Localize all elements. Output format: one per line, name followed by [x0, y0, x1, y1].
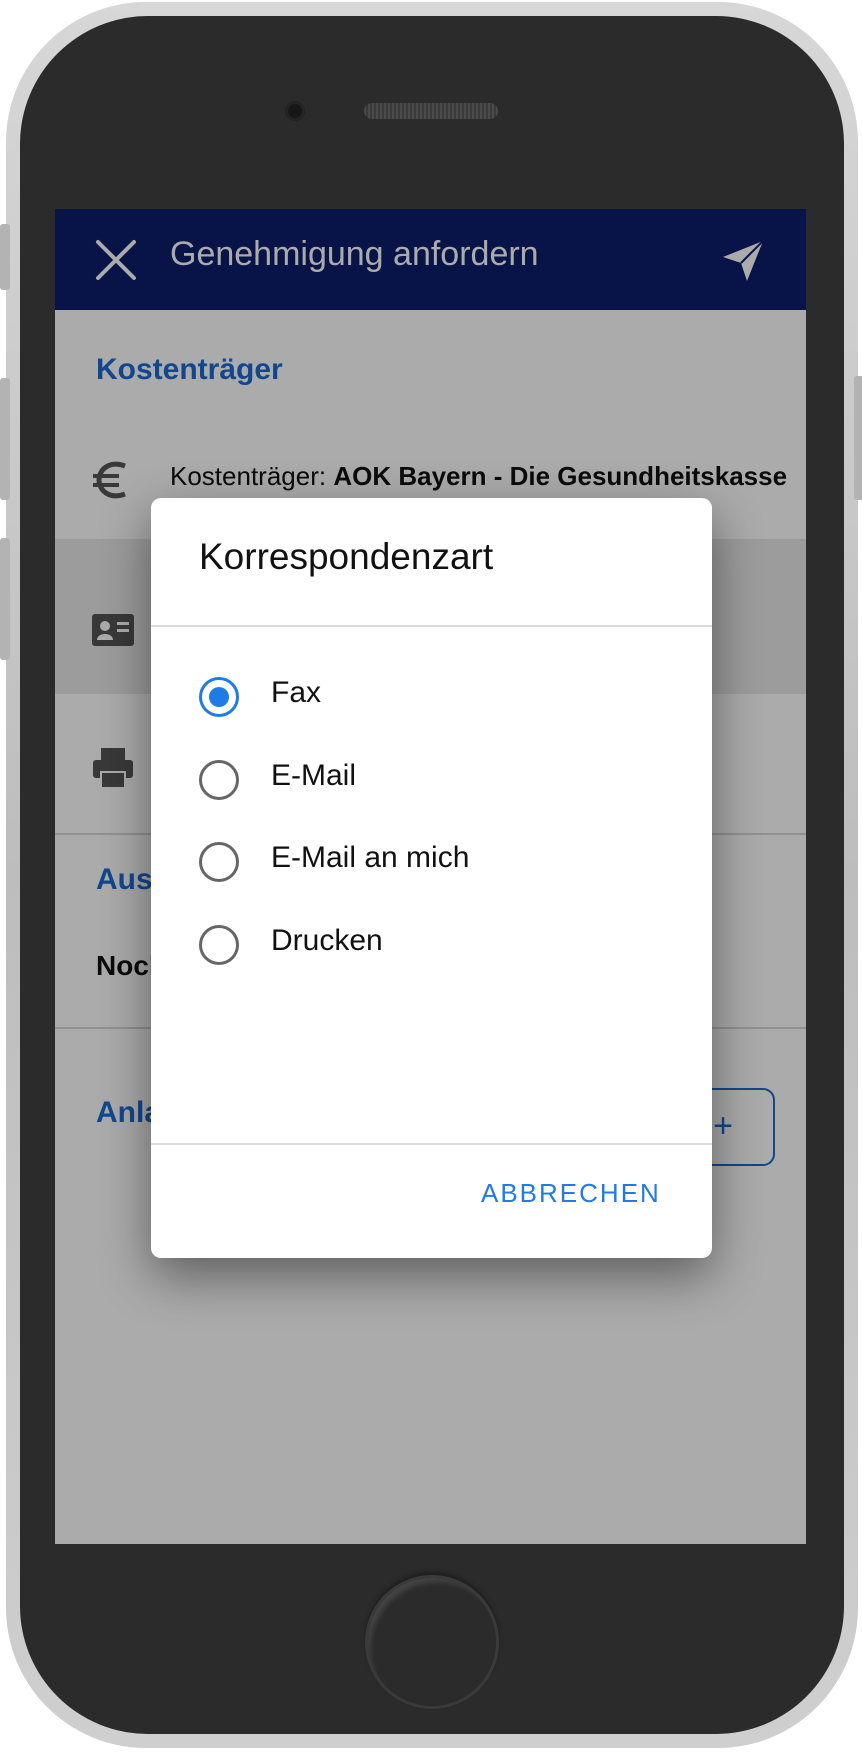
dialog-title: Korrespondenzart: [199, 536, 494, 577]
side-button-power: [854, 376, 862, 500]
side-button-volume-up: [0, 378, 10, 500]
radio-email[interactable]: [199, 760, 239, 800]
option-label: E-Mail: [271, 759, 357, 792]
option-label: Fax: [271, 676, 322, 709]
option-fax[interactable]: Fax: [151, 658, 712, 738]
front-camera: [285, 101, 305, 121]
option-email[interactable]: E-Mail: [151, 741, 712, 821]
option-label: Drucken: [271, 924, 383, 957]
side-button-silent: [0, 224, 10, 290]
cancel-button[interactable]: ABBRECHEN: [481, 1178, 661, 1209]
app-screen: Genehmigung anfordern Kostenträger Koste…: [55, 209, 806, 1544]
earpiece-speaker: [364, 103, 498, 119]
option-email-to-me[interactable]: E-Mail an mich: [151, 823, 712, 903]
home-button[interactable]: [365, 1575, 499, 1709]
dialog-divider: [151, 625, 712, 627]
correspondence-dialog: Korrespondenzart Fax E-Mail E-Mail an mi…: [151, 498, 712, 1258]
option-label: E-Mail an mich: [271, 841, 470, 874]
option-print[interactable]: Drucken: [151, 906, 712, 986]
radio-email-to-me[interactable]: [199, 842, 239, 882]
radio-print[interactable]: [199, 925, 239, 965]
radio-fax[interactable]: [199, 677, 239, 717]
side-button-volume-down: [0, 538, 10, 660]
dialog-divider: [151, 1143, 712, 1145]
